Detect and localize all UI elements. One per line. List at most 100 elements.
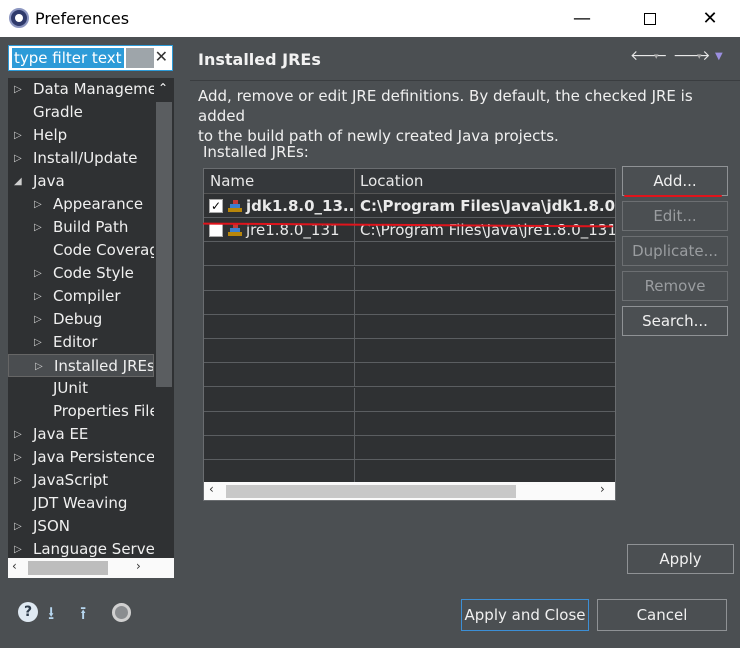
- checkbox[interactable]: [209, 223, 223, 238]
- tree-item-label: Installed JREs: [54, 357, 154, 375]
- duplicate-button[interactable]: Duplicate...: [622, 236, 728, 266]
- tree-item[interactable]: ▷ Compiler: [8, 285, 154, 308]
- scroll-up-icon[interactable]: ⌃: [158, 81, 168, 95]
- export-icon[interactable]: ⭱: [80, 601, 86, 631]
- minimize-button[interactable]: —: [559, 0, 605, 37]
- tree-hscroll-thumb[interactable]: [28, 561, 108, 575]
- forward-arrow-icon[interactable]: 🡒: [673, 47, 711, 64]
- apply-and-close-button[interactable]: Apply and Close: [461, 599, 589, 631]
- tree-item-label: Help: [33, 126, 68, 144]
- tree-item[interactable]: Properties File: [8, 400, 154, 423]
- collapsed-twistie-icon[interactable]: ▷: [14, 515, 22, 538]
- tree-item-label: Debug: [53, 310, 103, 328]
- back-menu-icon[interactable]: ▾: [654, 52, 659, 62]
- collapsed-twistie-icon[interactable]: ▷: [34, 331, 42, 354]
- edit-button[interactable]: Edit...: [622, 201, 728, 231]
- tree-item[interactable]: Code Coverag: [8, 239, 154, 262]
- tree-item-label: Java: [33, 172, 65, 190]
- tree-item-label: Properties File: [53, 402, 154, 420]
- cancel-button[interactable]: Cancel: [597, 599, 727, 631]
- close-button[interactable]: ✕: [687, 0, 733, 37]
- filter-input[interactable]: type filter text ✕: [8, 45, 173, 71]
- jre-name-cell: [204, 411, 355, 436]
- tree-item[interactable]: JUnit: [8, 377, 154, 400]
- scroll-left-icon[interactable]: ‹: [12, 559, 17, 573]
- table-row: [204, 436, 615, 460]
- tree-item[interactable]: ▷ Data Manageme: [8, 78, 154, 101]
- jre-name-cell: [204, 460, 355, 485]
- tree-item[interactable]: ▷ Build Path: [8, 216, 154, 239]
- tree-scroll-thumb[interactable]: [156, 102, 172, 387]
- tree-item-label: JavaScript: [33, 471, 109, 489]
- jre-location-cell: [355, 242, 615, 266]
- tree-horizontal-scrollbar[interactable]: ‹ ›: [8, 558, 174, 578]
- tree-item[interactable]: ▷ Java Persistence: [8, 446, 154, 469]
- collapsed-twistie-icon[interactable]: ▷: [34, 262, 42, 285]
- view-menu-icon[interactable]: ▼: [715, 51, 723, 62]
- tree-vertical-scrollbar[interactable]: ⌃ ⌄: [154, 78, 174, 578]
- tree-item[interactable]: ▷ JSON: [8, 515, 154, 538]
- tree-item-label: Code Coverag: [53, 241, 154, 259]
- expanded-twistie-icon[interactable]: ◢: [14, 170, 22, 193]
- jre-name-cell: [204, 339, 355, 364]
- eclipse-app-icon: [9, 8, 29, 28]
- table-horizontal-scrollbar[interactable]: ‹ ›: [204, 482, 615, 500]
- add-button[interactable]: Add...: [622, 166, 728, 196]
- import-icon[interactable]: ⭳: [48, 601, 54, 631]
- table-row[interactable]: jre1.8.0_131 C:\Program Files\Java\jre1.8…: [204, 218, 615, 243]
- tree-item-label: JDT Weaving: [33, 494, 128, 512]
- jre-location-cell: [355, 460, 615, 484]
- annotation-underline-add: [624, 195, 722, 197]
- search-button[interactable]: Search...: [622, 306, 728, 336]
- tree-item[interactable]: ◢ Java: [8, 170, 154, 193]
- forward-menu-icon[interactable]: ▾: [697, 52, 702, 62]
- scroll-right-icon[interactable]: ›: [136, 559, 141, 573]
- collapsed-twistie-icon[interactable]: ▷: [14, 446, 22, 469]
- jre-location-cell: [355, 363, 615, 387]
- tree-item[interactable]: ▷ Code Style: [8, 262, 154, 285]
- preferences-dialog: type filter text ✕ ▷ Data Manageme Gradle ▷…: [0, 37, 740, 648]
- collapsed-twistie-icon[interactable]: ▷: [14, 78, 22, 101]
- tree-item[interactable]: ▷ Appearance: [8, 193, 154, 216]
- collapsed-twistie-icon[interactable]: ▷: [34, 308, 42, 331]
- back-arrow-icon[interactable]: 🡐: [630, 47, 668, 64]
- collapsed-twistie-icon[interactable]: ▷: [14, 469, 22, 492]
- tree-item-label: JSON: [33, 517, 70, 535]
- collapsed-twistie-icon[interactable]: ▷: [35, 355, 43, 376]
- tree-item[interactable]: ▷ Help: [8, 124, 154, 147]
- table-row: [204, 339, 615, 364]
- tree-item[interactable]: ▷ JavaScript: [8, 469, 154, 492]
- collapsed-twistie-icon[interactable]: ▷: [34, 193, 42, 216]
- column-header-location[interactable]: Location: [355, 169, 615, 194]
- tree-item[interactable]: ▷ Editor: [8, 331, 154, 354]
- tree-item[interactable]: Gradle: [8, 101, 154, 124]
- tree-item[interactable]: ▷ Install/Update: [8, 147, 154, 170]
- table-row: [204, 266, 615, 291]
- page-header: Installed JREs 🡐 ▾ 🡒 ▾ ▼: [190, 37, 740, 81]
- tree-item[interactable]: JDT Weaving: [8, 492, 154, 515]
- collapsed-twistie-icon[interactable]: ▷: [34, 285, 42, 308]
- clear-filter-icon[interactable]: ✕: [155, 47, 168, 66]
- remove-button[interactable]: Remove: [622, 271, 728, 301]
- collapsed-twistie-icon[interactable]: ▷: [34, 216, 42, 239]
- tree-item-label: Install/Update: [33, 149, 138, 167]
- table-scroll-left-icon[interactable]: ‹: [209, 482, 214, 496]
- apply-button[interactable]: Apply: [627, 544, 734, 574]
- checked-checkbox[interactable]: ✓: [209, 199, 223, 213]
- table-row[interactable]: ✓ jdk1.8.0_13... C:\Program Files\Java\jdk…: [204, 194, 615, 218]
- table-hscroll-thumb[interactable]: [226, 485, 516, 498]
- tree-item-label: Build Path: [53, 218, 129, 236]
- table-scroll-right-icon[interactable]: ›: [600, 482, 605, 496]
- collapsed-twistie-icon[interactable]: ▷: [14, 423, 22, 446]
- tree-item[interactable]: ▷ Java EE: [8, 423, 154, 446]
- tree-item-label: Compiler: [53, 287, 121, 305]
- tree-item[interactable]: ▷ Installed JREs: [8, 354, 154, 377]
- collapsed-twistie-icon[interactable]: ▷: [14, 147, 22, 170]
- tree-item[interactable]: ▷ Debug: [8, 308, 154, 331]
- collapsed-twistie-icon[interactable]: ▷: [14, 124, 22, 147]
- oomph-preferences-icon[interactable]: [112, 603, 131, 622]
- jre-name-cell: [204, 436, 355, 460]
- help-icon[interactable]: ?: [18, 602, 38, 622]
- maximize-button[interactable]: [627, 0, 673, 37]
- column-header-name[interactable]: Name: [204, 169, 355, 194]
